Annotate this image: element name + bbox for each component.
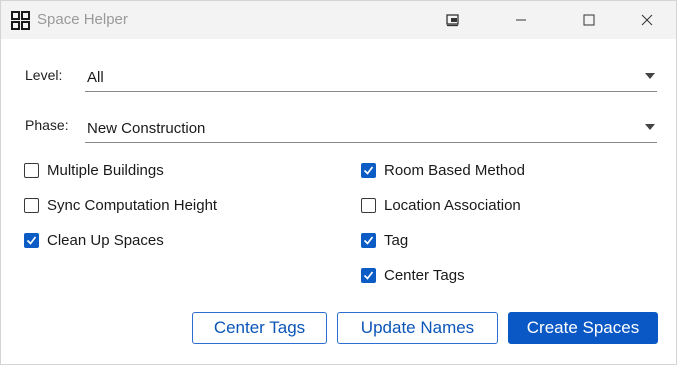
checkbox-box[interactable] [361, 162, 376, 178]
window-pin-icon [446, 13, 459, 26]
clean-up-spaces-checkbox[interactable]: Clean Up Spaces [24, 230, 164, 250]
checkmark-icon [363, 235, 374, 245]
checkbox-label: Clean Up Spaces [47, 231, 164, 249]
multiple-buildings-checkbox[interactable]: Multiple Buildings [24, 160, 164, 180]
location-association-checkbox[interactable]: Location Association [361, 195, 521, 215]
level-value: All [87, 69, 104, 86]
checkbox-box[interactable] [24, 197, 39, 213]
window-pin-button[interactable] [431, 1, 475, 39]
update-names-button[interactable]: Update Names [337, 312, 498, 344]
phase-dropdown[interactable]: New Construction [85, 112, 657, 143]
room-based-method-checkbox[interactable]: Room Based Method [361, 160, 525, 180]
minimize-button[interactable] [498, 1, 544, 39]
maximize-icon [583, 14, 595, 26]
checkbox-label: Tag [384, 231, 409, 249]
maximize-button[interactable] [566, 1, 612, 39]
phase-value: New Construction [87, 120, 206, 137]
tag-checkbox[interactable]: Tag [361, 230, 408, 250]
phase-label: Phase: [25, 117, 69, 133]
checkbox-label: Location Association [384, 196, 521, 214]
level-label: Level: [25, 67, 63, 83]
chevron-down-icon [645, 124, 655, 130]
checkbox-label: Multiple Buildings [47, 161, 164, 179]
space-helper-window: Space Helper Level: All Phase: New Const… [0, 0, 677, 365]
close-icon [641, 14, 653, 26]
checkbox-box[interactable] [361, 197, 376, 213]
checkbox-label: Center Tags [384, 266, 465, 284]
checkbox-box[interactable] [361, 232, 376, 248]
title-bar[interactable]: Space Helper [1, 1, 676, 39]
checkbox-box[interactable] [24, 232, 39, 248]
checkmark-icon [26, 235, 37, 245]
center-tags-checkbox[interactable]: Center Tags [361, 265, 465, 285]
level-dropdown[interactable]: All [85, 61, 657, 92]
checkbox-box[interactable] [24, 162, 39, 178]
window-title: Space Helper [37, 11, 128, 28]
chevron-down-icon [645, 73, 655, 79]
checkmark-icon [363, 165, 374, 175]
close-button[interactable] [624, 1, 670, 39]
center-tags-button[interactable]: Center Tags [192, 312, 327, 344]
create-spaces-button[interactable]: Create Spaces [508, 312, 658, 344]
checkbox-label: Room Based Method [384, 161, 525, 179]
minimize-icon [516, 19, 526, 21]
checkbox-label: Sync Computation Height [47, 196, 218, 214]
grid-icon [11, 11, 30, 30]
checkmark-icon [363, 270, 374, 280]
checkbox-box[interactable] [361, 267, 376, 283]
sync-computation-height-checkbox[interactable]: Sync Computation Height [24, 195, 217, 215]
